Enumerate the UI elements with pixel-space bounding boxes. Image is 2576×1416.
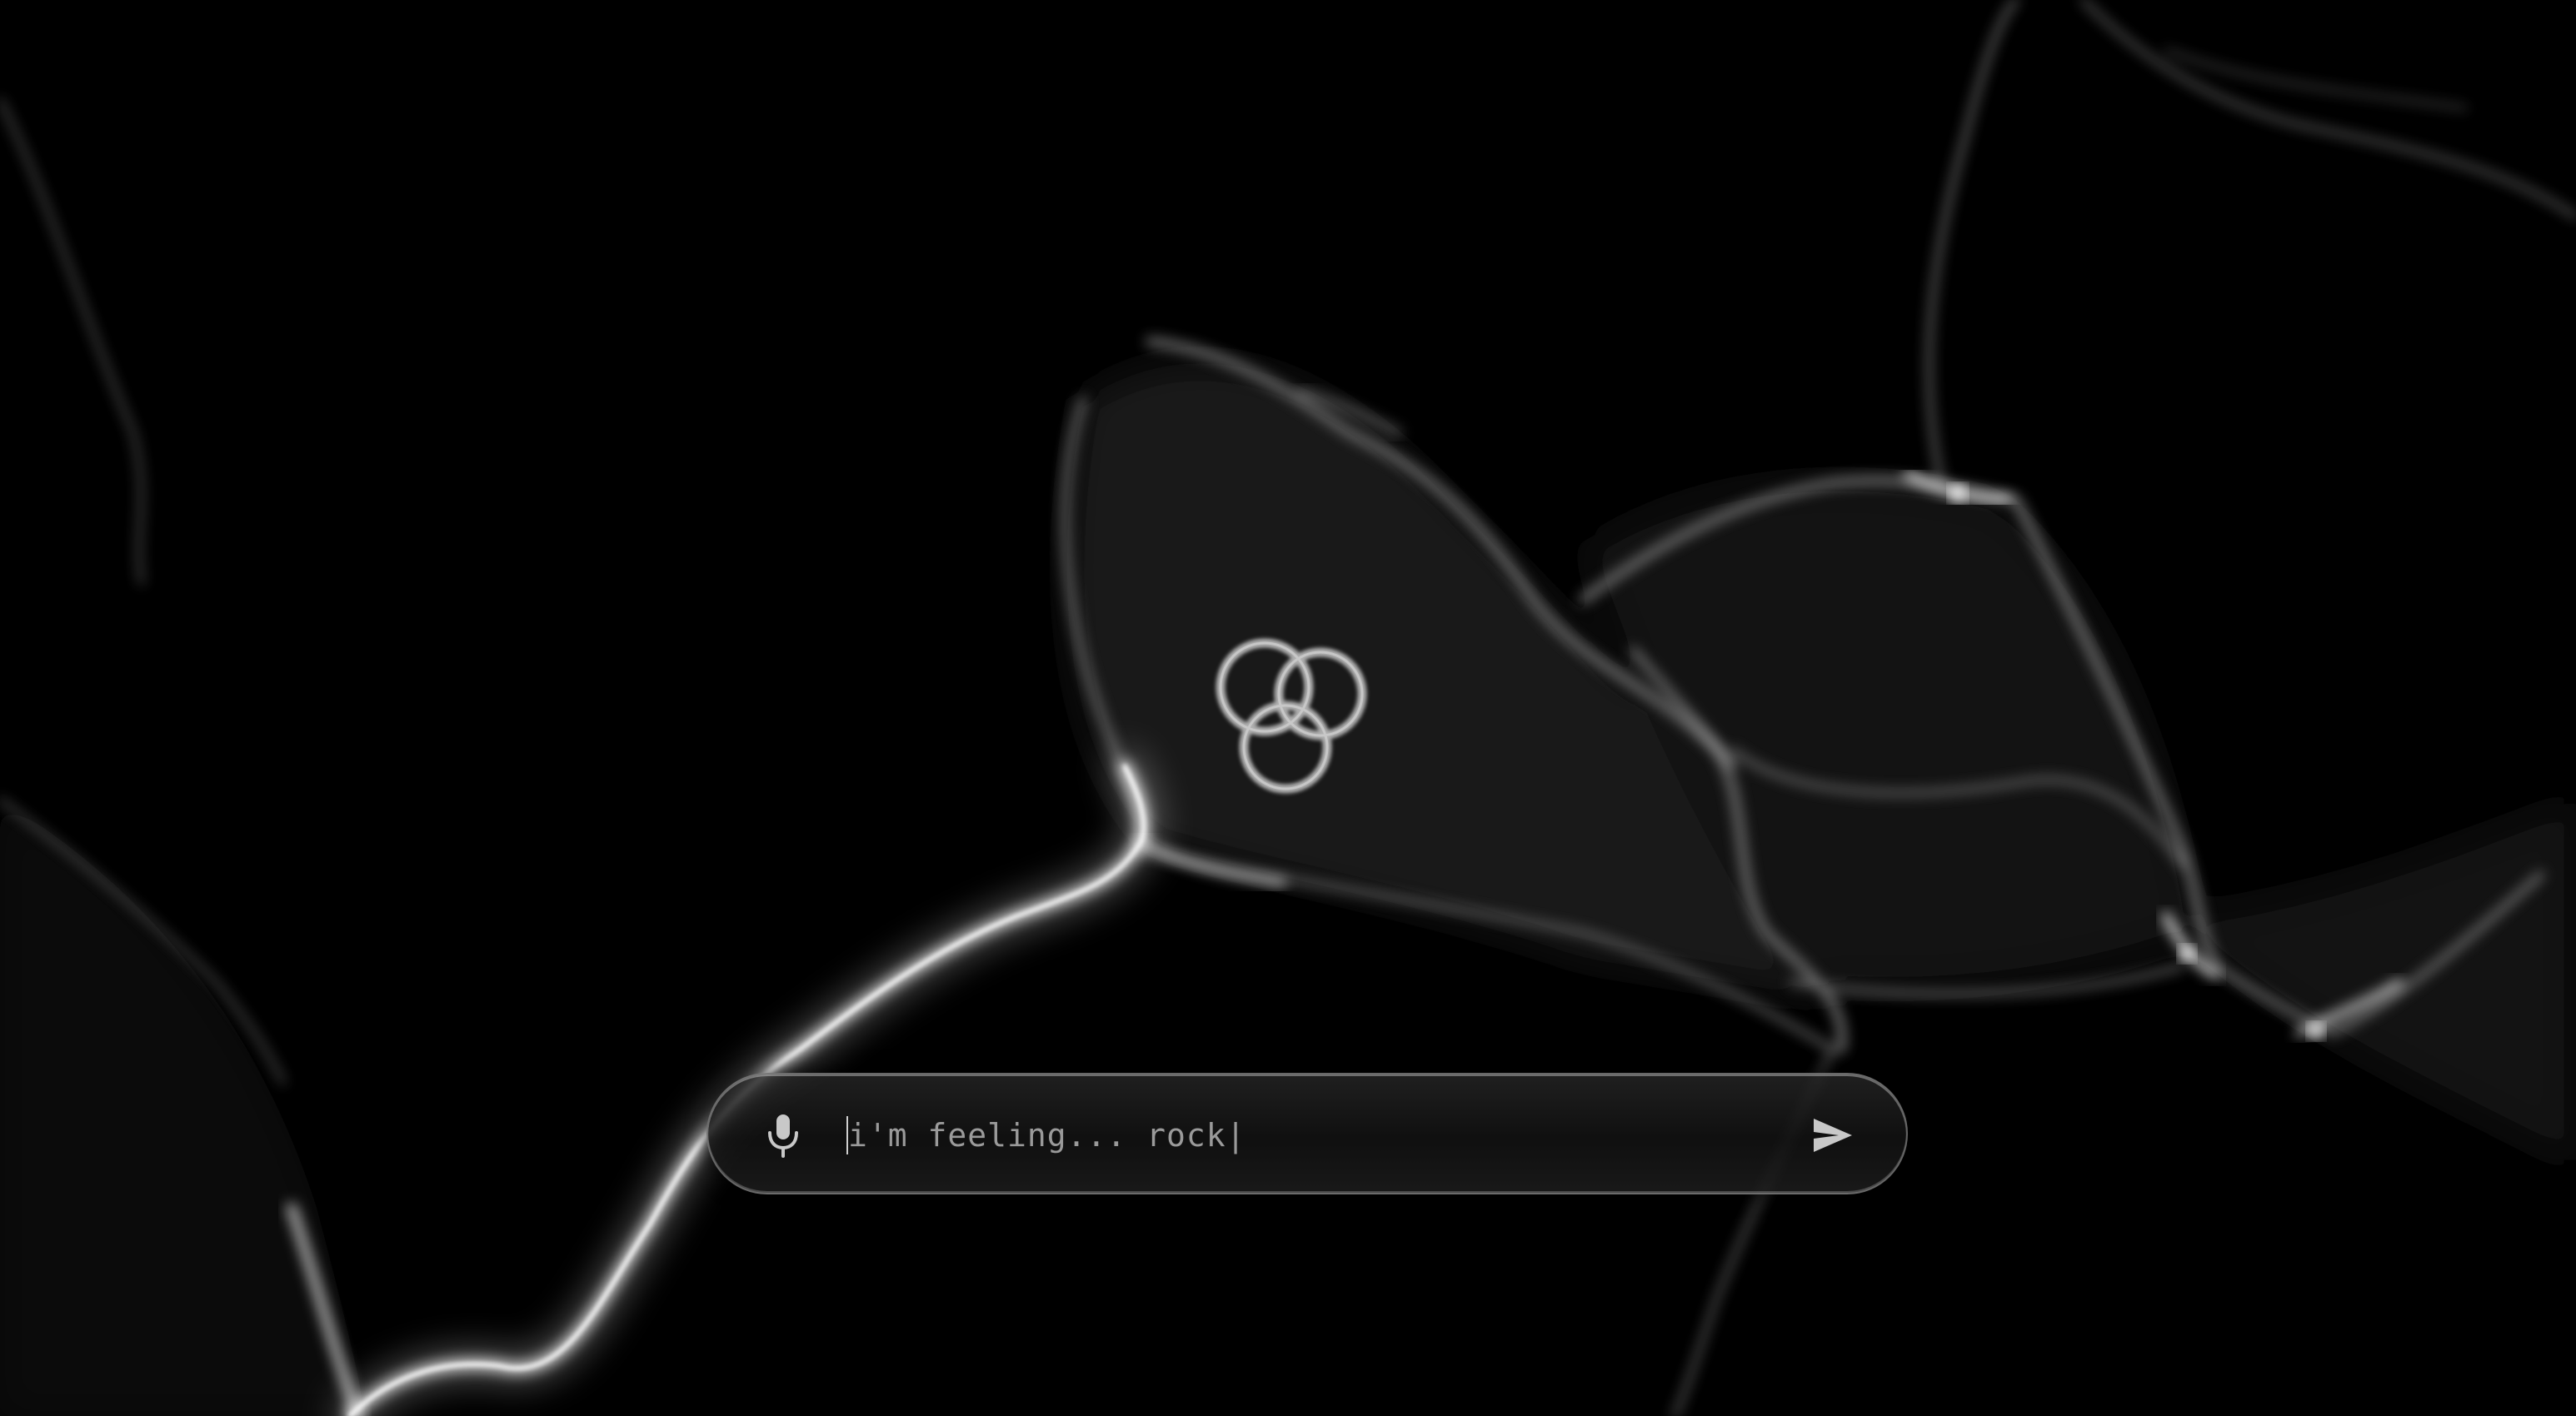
prompt-input-text: i'm feeling... rock| [848,1117,1246,1154]
microphone-button[interactable] [758,1110,808,1160]
send-button[interactable] [1808,1110,1858,1160]
prompt-bar: i'm feeling... rock| [706,1073,1908,1194]
interlocking-rings-icon [1216,638,1367,794]
prompt-input[interactable]: i'm feeling... rock| [846,1103,1763,1168]
microphone-icon [768,1114,798,1158]
app-stage: i'm feeling... rock| [0,0,2576,1416]
send-arrow-icon [1814,1119,1852,1152]
